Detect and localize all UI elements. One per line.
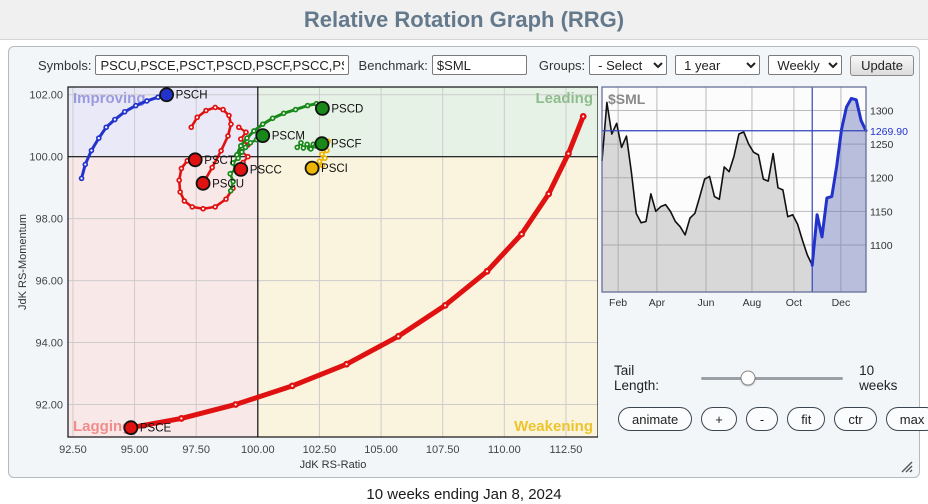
symbol-head-PSCD[interactable] xyxy=(316,102,329,115)
animate-button[interactable]: animate xyxy=(618,407,692,431)
symbol-head-PSCE[interactable] xyxy=(124,421,137,434)
svg-text:Jun: Jun xyxy=(698,297,715,309)
symbols-input[interactable] xyxy=(95,55,348,75)
symbol-label-PSCE: PSCE xyxy=(140,423,172,435)
fit-button[interactable]: fit xyxy=(787,407,825,431)
last-price-label: 1269.90 xyxy=(870,126,908,138)
quadrant-label-lagging: Lagging xyxy=(73,418,131,435)
quadrant-lagging xyxy=(68,157,258,437)
svg-text:100.00: 100.00 xyxy=(29,152,63,164)
svg-text:94.00: 94.00 xyxy=(35,338,63,350)
page-title: Relative Rotation Graph (RRG) xyxy=(0,0,928,40)
svg-text:110.00: 110.00 xyxy=(488,444,521,456)
symbol-label-PSCD: PSCD xyxy=(331,103,363,115)
svg-text:1100: 1100 xyxy=(870,240,893,252)
svg-text:92.50: 92.50 xyxy=(59,444,87,456)
svg-text:Aug: Aug xyxy=(743,297,762,309)
symbol-label-PSCM: PSCM xyxy=(272,131,305,143)
tail-length-value: 10 weeks xyxy=(859,363,914,393)
symbol-head-PSCH[interactable] xyxy=(160,88,173,101)
symbol-label-PSCC: PSCC xyxy=(250,164,282,176)
zoom-in-button[interactable]: + xyxy=(701,407,737,431)
zoom-out-button[interactable]: - xyxy=(746,407,778,431)
svg-text:112.50: 112.50 xyxy=(550,444,583,456)
symbols-label: Symbols: xyxy=(38,58,91,73)
svg-text:1250: 1250 xyxy=(870,139,894,151)
groups-select[interactable]: - Select - xyxy=(589,55,667,75)
rrg-chart[interactable]: ImprovingLeadingLaggingWeakeningPSCHPSCE… xyxy=(14,79,598,477)
symbol-label-PSCT: PSCT xyxy=(204,155,235,167)
svg-text:98.00: 98.00 xyxy=(35,214,63,226)
frequency-select[interactable]: Weekly xyxy=(768,55,842,75)
x-axis-title: JdK RS-Ratio xyxy=(300,459,367,471)
chart-period-caption: 10 weeks ending Jan 8, 2024 xyxy=(0,486,928,503)
svg-text:Dec: Dec xyxy=(832,297,851,309)
groups-label: Groups: xyxy=(539,58,585,73)
svg-text:1300: 1300 xyxy=(870,106,894,118)
period-select[interactable]: 1 year xyxy=(675,55,760,75)
right-panel: 1100 1150 1200 1250 1300 1269.90 Feb Apr Jun Aug O… xyxy=(598,79,914,477)
svg-text:95.00: 95.00 xyxy=(121,444,149,456)
svg-text:102.00: 102.00 xyxy=(29,90,63,102)
svg-text:Oct: Oct xyxy=(786,297,802,309)
maximize-button[interactable]: max xyxy=(886,407,928,431)
page-header: Relative Rotation Graph (RRG) xyxy=(0,0,928,40)
symbol-head-PSCF[interactable] xyxy=(315,137,328,150)
svg-text:102.50: 102.50 xyxy=(303,444,337,456)
symbol-label-PSCF: PSCF xyxy=(331,139,362,151)
tail-length-slider[interactable] xyxy=(701,377,844,380)
symbol-head-PSCU[interactable] xyxy=(197,177,210,190)
tail-length-control: Tail Length: 10 weeks xyxy=(614,363,914,393)
update-button[interactable]: Update xyxy=(850,55,914,76)
toolbar: Symbols: Benchmark: Groups: - Select - 1… xyxy=(38,54,914,76)
resize-handle-icon[interactable] xyxy=(898,458,914,474)
svg-text:100.00: 100.00 xyxy=(241,444,275,456)
slider-thumb[interactable] xyxy=(740,371,755,386)
svg-text:Feb: Feb xyxy=(609,297,627,309)
svg-text:97.50: 97.50 xyxy=(182,444,210,456)
benchmark-input[interactable] xyxy=(432,55,527,75)
symbol-head-PSCM[interactable] xyxy=(256,129,269,142)
benchmark-chart[interactable]: 1100 1150 1200 1250 1300 1269.90 Feb Apr Jun Aug O… xyxy=(598,79,914,311)
rrg-app-panel: Symbols: Benchmark: Groups: - Select - 1… xyxy=(8,46,920,478)
y-axis-title: JdK RS-Momentum xyxy=(17,214,29,310)
symbol-label-PSCI: PSCI xyxy=(321,163,348,175)
symbol-head-PSCT[interactable] xyxy=(189,153,202,166)
quadrant-label-weakening: Weakening xyxy=(514,418,593,435)
svg-text:107.50: 107.50 xyxy=(426,444,460,456)
svg-text:105.00: 105.00 xyxy=(364,444,398,456)
symbol-head-PSCC[interactable] xyxy=(234,163,247,176)
tail-length-label: Tail Length: xyxy=(614,363,681,393)
symbol-label-PSCU: PSCU xyxy=(212,178,244,190)
svg-text:1200: 1200 xyxy=(870,173,894,185)
svg-text:96.00: 96.00 xyxy=(35,276,63,288)
symbol-head-PSCI[interactable] xyxy=(306,162,319,175)
content-row: ImprovingLeadingLaggingWeakeningPSCHPSCE… xyxy=(14,79,914,477)
benchmark-title: $SML xyxy=(608,91,646,107)
symbol-label-PSCH: PSCH xyxy=(176,90,208,102)
center-button[interactable]: ctr xyxy=(834,407,876,431)
quadrant-label-leading: Leading xyxy=(535,90,593,107)
svg-text:Apr: Apr xyxy=(649,297,666,309)
svg-text:92.00: 92.00 xyxy=(35,399,63,411)
chart-buttons: animate + - fit ctr max xyxy=(618,407,914,431)
benchmark-label: Benchmark: xyxy=(359,58,428,73)
svg-text:1150: 1150 xyxy=(870,206,893,218)
